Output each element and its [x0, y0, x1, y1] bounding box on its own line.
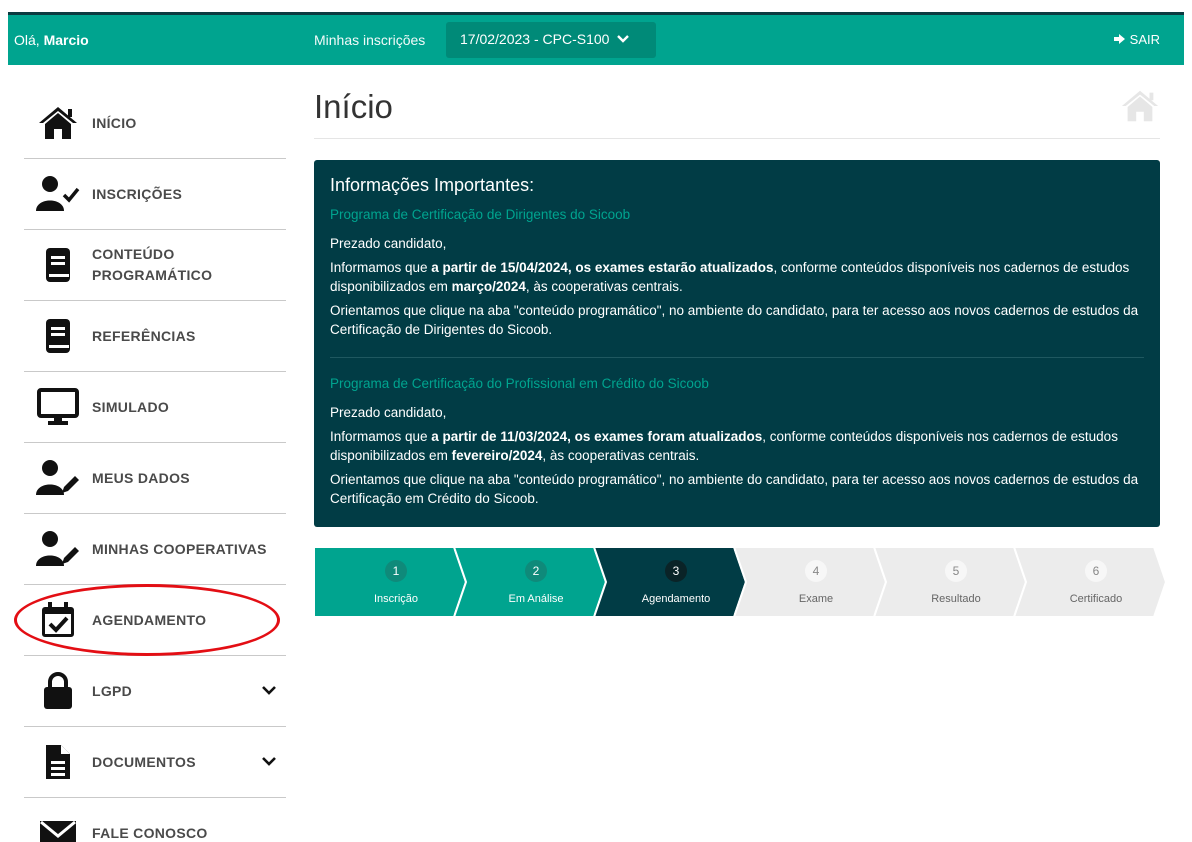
envelope-icon: [36, 812, 80, 842]
sidebar-item-referencias[interactable]: REFERÊNCIAS: [24, 301, 286, 372]
sidebar-item-inscricoes[interactable]: INSCRIÇÕES: [24, 159, 286, 230]
step-arrow: [874, 547, 1026, 617]
info-paragraph: Informamos que a partir de 15/04/2024, o…: [330, 260, 1130, 294]
chevron-down-icon: [617, 31, 630, 47]
home-icon: [36, 101, 80, 145]
main-content: Início Informações Importantes: Programa…: [314, 88, 1166, 617]
chevron-down-icon[interactable]: [262, 753, 276, 771]
sidebar-item-minhas-cooperativas[interactable]: MINHAS COOPERATIVAS: [24, 514, 286, 585]
step-label: Em Análise: [508, 593, 564, 605]
top-stripe: [8, 0, 1184, 12]
step-number: 1: [385, 560, 407, 582]
info-paragraph: Orientamos que clique na aba "conteúdo p…: [330, 303, 1139, 337]
step-5: 5 Resultado: [874, 547, 1026, 617]
sidebar-item-label: CONTEÚDO PROGRAMÁTICO: [92, 246, 213, 283]
step-label: Agendamento: [641, 593, 711, 605]
user-name: Marcio: [43, 32, 89, 48]
salutation: Prezado candidato,: [330, 405, 447, 420]
subscription-dropdown[interactable]: 17/02/2023 - CPC-S100: [446, 22, 656, 58]
book-icon: [36, 243, 80, 287]
sidebar-item-label: INÍCIO: [92, 114, 137, 131]
step-arrow: [454, 547, 606, 617]
step-label: Resultado: [931, 593, 981, 605]
step-arrow: [314, 547, 466, 617]
highlight-annotation: [14, 584, 280, 656]
step-number: 4: [805, 560, 827, 582]
step-1: 1 Inscrição: [314, 547, 466, 617]
step-number: 5: [945, 560, 967, 582]
sidebar-item-label: INSCRIÇÕES: [92, 185, 183, 202]
sidebar-item-inicio[interactable]: INÍCIO: [24, 88, 286, 159]
step-number: 6: [1085, 560, 1107, 582]
page-title: Início: [314, 88, 393, 125]
info-paragraph: Orientamos que clique na aba "conteúdo p…: [330, 472, 1139, 506]
logout-button[interactable]: SAIR: [1113, 32, 1160, 47]
sidebar-item-meus-dados[interactable]: MEUS DADOS: [24, 443, 286, 514]
sidebar-item-label: LGPD: [92, 682, 133, 699]
subscription-selected: 17/02/2023 - CPC-S100: [460, 31, 610, 47]
file-icon: [36, 740, 80, 784]
user-edit-icon: [36, 456, 80, 500]
step-arrow: [734, 547, 886, 617]
lock-icon: [36, 669, 80, 713]
program-title: Programa de Certificação do Profissional…: [330, 376, 709, 391]
sidebar-item-conteudo-programatico[interactable]: CONTEÚDO PROGRAMÁTICO: [24, 230, 286, 301]
sidebar-item-label: MINHAS COOPERATIVAS: [92, 540, 267, 557]
sidebar-item-label: REFERÊNCIAS: [92, 327, 196, 344]
sidebar-item-simulado[interactable]: SIMULADO: [24, 372, 286, 443]
sidebar-item-fale-conosco[interactable]: FALE CONOSCO: [24, 798, 286, 842]
step-2: 2 Em Análise: [454, 547, 606, 617]
step-label: Certificado: [1069, 593, 1123, 605]
title-divider: [314, 138, 1160, 139]
program-title: Programa de Certificação de Dirigentes d…: [330, 207, 631, 222]
info-paragraph: Informamos que a partir de 11/03/2024, o…: [330, 429, 1118, 463]
subscriptions-label: Minhas inscrições: [314, 32, 426, 48]
monitor-icon: [36, 385, 80, 429]
progress-steps: 1 Inscrição 2 Em Análise 3 Agendamento 4 Exame 5…: [314, 547, 1166, 617]
section-divider: [330, 357, 1144, 358]
sign-out-icon: [1113, 32, 1130, 47]
chevron-down-icon[interactable]: [262, 682, 276, 700]
step-label: Exame: [798, 593, 834, 605]
step-number: 3: [665, 560, 687, 582]
step-6: 6 Certificado: [1014, 547, 1166, 617]
user-edit-icon: [36, 527, 80, 571]
sidebar-item-label: MEUS DADOS: [92, 469, 190, 486]
book-icon: [36, 314, 80, 358]
step-3: 3 Agendamento: [594, 547, 746, 617]
important-info-panel: Informações Importantes: Programa de Cer…: [314, 160, 1160, 527]
home-icon: [1120, 88, 1160, 129]
info-heading: Informações Importantes:: [330, 175, 535, 195]
greeting: Olá, Marcio: [14, 32, 89, 48]
sidebar-item-label: FALE CONOSCO: [92, 825, 208, 841]
top-bar: Olá, Marcio Minhas inscrições 17/02/2023…: [8, 12, 1184, 65]
salutation: Prezado candidato,: [330, 236, 447, 251]
sidebar-item-lgpd[interactable]: LGPD: [24, 656, 286, 727]
sidebar-item-documentos[interactable]: DOCUMENTOS: [24, 727, 286, 798]
step-arrow: [1014, 547, 1166, 617]
logout-label: SAIR: [1129, 32, 1160, 47]
sidebar-nav: INÍCIO INSCRIÇÕES CONTEÚDO PROGRAMÁTICO …: [24, 88, 286, 842]
step-number: 2: [525, 560, 547, 582]
sidebar-item-label: DOCUMENTOS: [92, 753, 196, 770]
user-check-icon: [36, 172, 80, 216]
step-arrow: [594, 547, 746, 617]
step-4: 4 Exame: [734, 547, 886, 617]
sidebar-item-label: SIMULADO: [92, 398, 170, 415]
step-label: Inscrição: [373, 593, 419, 605]
